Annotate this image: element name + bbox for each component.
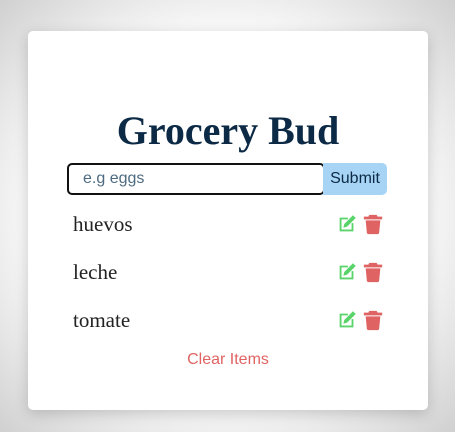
trash-icon xyxy=(363,310,383,331)
item-name: tomate xyxy=(73,308,131,332)
trash-icon xyxy=(363,214,383,235)
clear-items-button[interactable]: Clear Items xyxy=(181,349,275,371)
delete-button[interactable] xyxy=(362,213,384,235)
grocery-item-input[interactable] xyxy=(67,163,325,195)
item-name: leche xyxy=(73,260,118,284)
submit-button[interactable]: Submit xyxy=(323,163,387,195)
edit-button[interactable] xyxy=(336,213,358,235)
delete-button[interactable] xyxy=(362,309,384,331)
edit-button[interactable] xyxy=(336,261,358,283)
edit-icon xyxy=(339,263,356,280)
grocery-card: Grocery Bud Submit huevos leche xyxy=(28,31,428,410)
app-title: Grocery Bud xyxy=(116,108,340,153)
edit-button[interactable] xyxy=(336,309,358,331)
list-item: leche xyxy=(28,255,428,303)
list-item: tomate xyxy=(28,303,428,351)
clear-container: Clear Items xyxy=(28,349,428,371)
trash-icon xyxy=(363,262,383,283)
list-item: huevos xyxy=(28,207,428,255)
delete-button[interactable] xyxy=(362,261,384,283)
edit-icon xyxy=(339,311,356,328)
edit-icon xyxy=(339,215,356,232)
item-name: huevos xyxy=(73,212,133,236)
grocery-form: Submit xyxy=(67,163,389,195)
grocery-list: huevos leche tomate xyxy=(28,207,428,351)
